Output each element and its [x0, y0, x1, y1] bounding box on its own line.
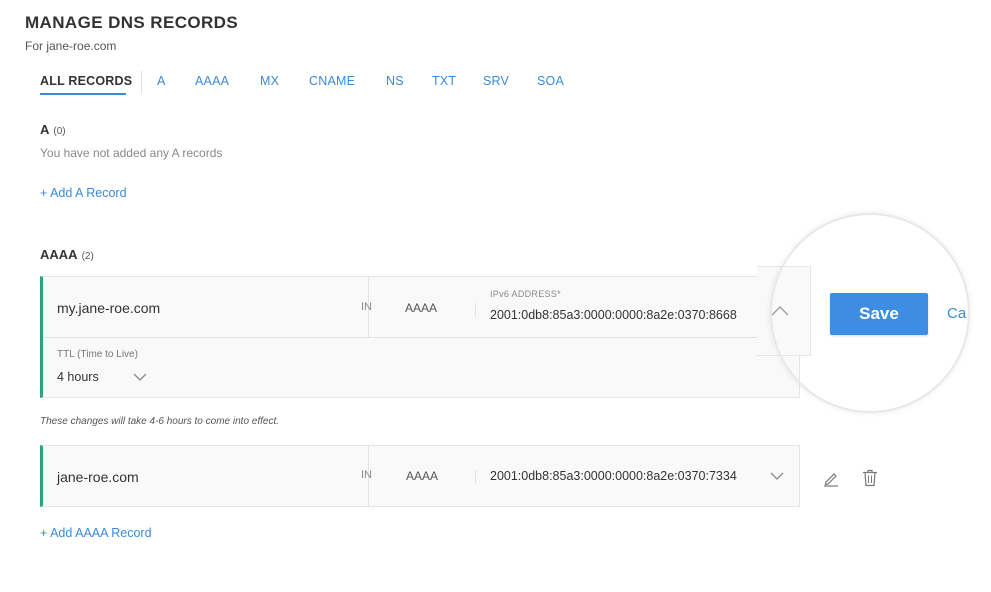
record-type: AAAA: [406, 469, 439, 483]
propagation-note: These changes will take 4-6 hours to com…: [40, 416, 280, 427]
section-a-empty-text: You have not added any A records: [40, 146, 223, 160]
chevron-down-icon[interactable]: [770, 472, 784, 480]
section-aaaa-count: (2): [81, 251, 94, 262]
cell-divider: [475, 303, 476, 317]
chevron-down-icon: [133, 373, 147, 381]
add-a-record-link[interactable]: + Add A Record: [40, 186, 127, 200]
ipv6-field-label: IPv6 ADDRESS*: [490, 289, 561, 299]
save-button[interactable]: Save: [830, 293, 928, 335]
record-class: IN: [361, 469, 372, 481]
section-aaaa-title: AAAA: [40, 247, 78, 262]
ttl-field-label: TTL (Time to Live): [57, 349, 138, 360]
cancel-button[interactable]: Ca: [947, 305, 966, 322]
tab-a[interactable]: A: [157, 74, 166, 88]
tab-mx[interactable]: MX: [260, 74, 279, 88]
record-hostname: my.jane-roe.com: [57, 300, 161, 316]
section-a-heading: A (0): [40, 122, 66, 137]
section-a-count: (0): [53, 126, 66, 137]
trash-icon[interactable]: [862, 469, 878, 487]
page-subtitle: For jane-roe.com: [25, 39, 117, 53]
record-class: IN: [361, 301, 372, 313]
tab-cname[interactable]: CNAME: [309, 74, 355, 88]
record-hostname: jane-roe.com: [57, 469, 139, 485]
add-aaaa-record-link[interactable]: + Add AAAA Record: [40, 526, 152, 540]
tab-ns[interactable]: NS: [386, 74, 404, 88]
pencil-icon[interactable]: [822, 469, 840, 487]
section-a-title: A: [40, 122, 50, 137]
aaaa-record-expanded: my.jane-roe.com IN AAAA IPv6 ADDRESS* 20…: [40, 276, 800, 398]
tab-all-records[interactable]: ALL RECORDS: [40, 74, 132, 88]
ipv6-address-input[interactable]: 2001:0db8:85a3:0000:0000:8a2e:0370:8668: [490, 308, 737, 322]
cell-divider: [475, 470, 476, 484]
tab-aaaa[interactable]: AAAA: [195, 74, 229, 88]
ipv6-address: 2001:0db8:85a3:0000:0000:8a2e:0370:7334: [490, 469, 737, 483]
ttl-select[interactable]: 4 hours: [57, 368, 157, 388]
aaaa-record-collapsed[interactable]: jane-roe.com IN AAAA 2001:0db8:85a3:0000…: [40, 445, 800, 507]
active-tab-underline: [40, 93, 126, 95]
tab-txt[interactable]: TXT: [432, 74, 456, 88]
record-type: AAAA: [405, 301, 438, 315]
row-divider: [43, 337, 773, 338]
section-aaaa-heading: AAAA (2): [40, 247, 94, 262]
tab-srv[interactable]: SRV: [483, 74, 509, 88]
tab-soa[interactable]: SOA: [537, 74, 564, 88]
ttl-value: 4 hours: [57, 370, 99, 384]
page-title: MANAGE DNS RECORDS: [25, 13, 239, 32]
tab-divider: [141, 71, 142, 93]
